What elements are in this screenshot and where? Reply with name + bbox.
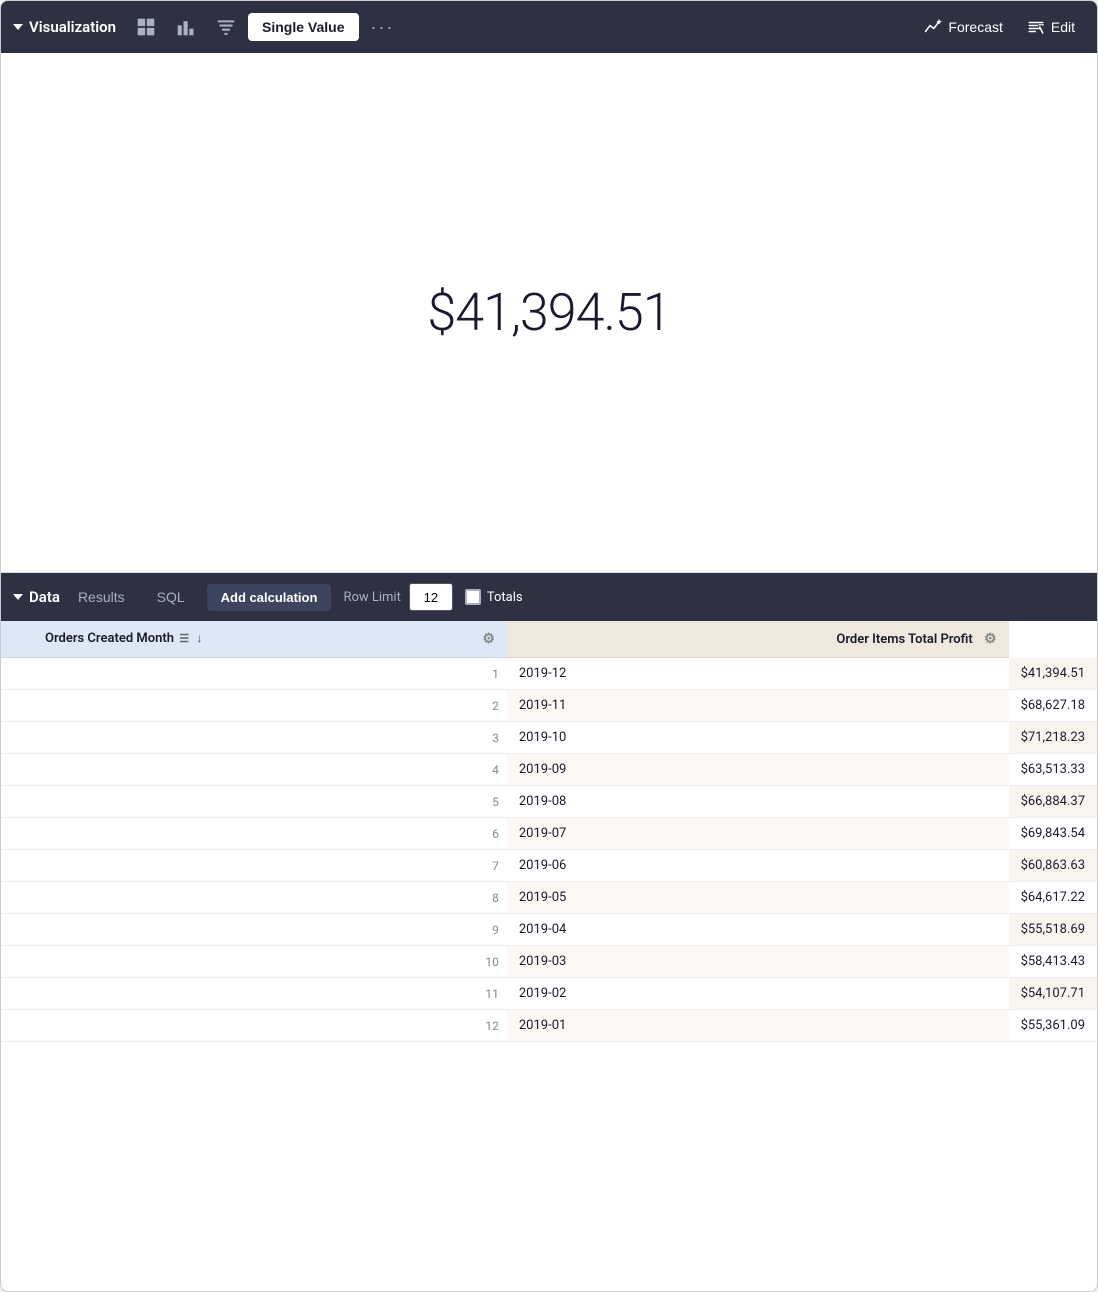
table-row: 10 2019-03 $58,413.43 (1, 946, 1097, 978)
col-header-month: Orders Created Month ☰ ↓ ⚙ (1, 621, 507, 658)
row-profit: $55,518.69 (1009, 914, 1097, 946)
single-value-tab[interactable]: Single Value (248, 13, 358, 41)
edit-label: Edit (1051, 19, 1075, 35)
table-row: 6 2019-07 $69,843.54 (1, 818, 1097, 850)
row-num: 7 (1, 850, 507, 882)
add-calculation-button[interactable]: Add calculation (207, 584, 332, 611)
row-profit: $71,218.23 (1009, 722, 1097, 754)
totals-checkbox[interactable] (465, 589, 481, 605)
row-month: 2019-06 (507, 850, 1009, 882)
table-row: 7 2019-06 $60,863.63 (1, 850, 1097, 882)
table-row: 8 2019-05 $64,617.22 (1, 882, 1097, 914)
row-num: 11 (1, 978, 507, 1010)
row-num: 8 (1, 882, 507, 914)
row-month: 2019-03 (507, 946, 1009, 978)
forecast-label: Forecast (948, 19, 1002, 35)
col-month-label: Orders Created Month (45, 631, 174, 646)
chevron-down-icon (13, 24, 23, 30)
table-row: 5 2019-08 $66,884.37 (1, 786, 1097, 818)
table-icon (136, 17, 156, 37)
single-value-area: $41,394.51 (1, 53, 1097, 573)
table-row: 9 2019-04 $55,518.69 (1, 914, 1097, 946)
row-num: 2 (1, 690, 507, 722)
sql-tab[interactable]: SQL (143, 583, 199, 611)
filter-icon: ☰ (179, 632, 189, 645)
table-row: 2 2019-11 $68,627.18 (1, 690, 1097, 722)
row-profit: $54,107.71 (1009, 978, 1097, 1010)
data-table: Orders Created Month ☰ ↓ ⚙ Order Items T… (1, 621, 1097, 1042)
row-month: 2019-12 (507, 658, 1009, 690)
row-num: 9 (1, 914, 507, 946)
row-month: 2019-11 (507, 690, 1009, 722)
chevron-down-icon (13, 594, 23, 600)
row-profit: $69,843.54 (1009, 818, 1097, 850)
bottom-toolbar: Data Results SQL Add calculation Row Lim… (1, 573, 1097, 621)
row-profit: $60,863.63 (1009, 850, 1097, 882)
row-num: 10 (1, 946, 507, 978)
col-profit-label: Order Items Total Profit (836, 632, 972, 647)
row-num: 12 (1, 1010, 507, 1042)
table-row: 3 2019-10 $71,218.23 (1, 722, 1097, 754)
forecast-icon (924, 18, 942, 36)
row-month: 2019-09 (507, 754, 1009, 786)
row-month: 2019-01 (507, 1010, 1009, 1042)
col-profit-gear-icon[interactable]: ⚙ (984, 631, 997, 647)
visualization-menu[interactable]: Visualization (13, 18, 116, 36)
bar-chart-icon (176, 17, 196, 37)
row-month: 2019-04 (507, 914, 1009, 946)
single-value-display: $41,394.51 (427, 282, 670, 343)
table-row: 11 2019-02 $54,107.71 (1, 978, 1097, 1010)
visualization-label: Visualization (29, 18, 116, 36)
sort-icon[interactable]: ↓ (196, 631, 202, 645)
row-limit-label: Row Limit (343, 590, 400, 605)
row-profit: $66,884.37 (1009, 786, 1097, 818)
row-profit: $55,361.09 (1009, 1010, 1097, 1042)
row-num: 5 (1, 786, 507, 818)
table-row: 1 2019-12 $41,394.51 (1, 658, 1097, 690)
row-month: 2019-07 (507, 818, 1009, 850)
table-body: 1 2019-12 $41,394.51 2 2019-11 $68,627.1… (1, 658, 1097, 1042)
table-row: 4 2019-09 $63,513.33 (1, 754, 1097, 786)
bar-chart-button[interactable] (168, 11, 204, 43)
col-header-profit: Order Items Total Profit ⚙ (507, 621, 1009, 658)
data-label-text: Data (29, 588, 60, 606)
table-area: Orders Created Month ☰ ↓ ⚙ Order Items T… (1, 621, 1097, 1291)
row-profit: $41,394.51 (1009, 658, 1097, 690)
row-month: 2019-02 (507, 978, 1009, 1010)
forecast-button[interactable]: Forecast (914, 12, 1012, 42)
row-month: 2019-05 (507, 882, 1009, 914)
filter-icon (216, 17, 236, 37)
results-tab[interactable]: Results (64, 583, 139, 611)
totals-label: Totals (487, 590, 523, 605)
row-num: 6 (1, 818, 507, 850)
row-month: 2019-08 (507, 786, 1009, 818)
data-menu[interactable]: Data (13, 588, 60, 606)
row-month: 2019-10 (507, 722, 1009, 754)
row-profit: $68,627.18 (1009, 690, 1097, 722)
row-profit: $58,413.43 (1009, 946, 1097, 978)
row-num: 4 (1, 754, 507, 786)
col-month-gear-icon[interactable]: ⚙ (482, 631, 495, 647)
row-num: 1 (1, 658, 507, 690)
row-profit: $64,617.22 (1009, 882, 1097, 914)
edit-button[interactable]: Edit (1017, 12, 1085, 42)
top-toolbar: Visualization (1, 1, 1097, 53)
table-row: 12 2019-01 $55,361.09 (1, 1010, 1097, 1042)
main-container: Visualization (0, 0, 1098, 1292)
filter-view-button[interactable] (208, 11, 244, 43)
edit-icon (1027, 18, 1045, 36)
row-limit-input[interactable] (409, 583, 453, 611)
row-num: 3 (1, 722, 507, 754)
table-view-button[interactable] (128, 11, 164, 43)
row-profit: $63,513.33 (1009, 754, 1097, 786)
more-options-button[interactable]: ··· (363, 13, 403, 42)
totals-wrap: Totals (465, 589, 523, 605)
